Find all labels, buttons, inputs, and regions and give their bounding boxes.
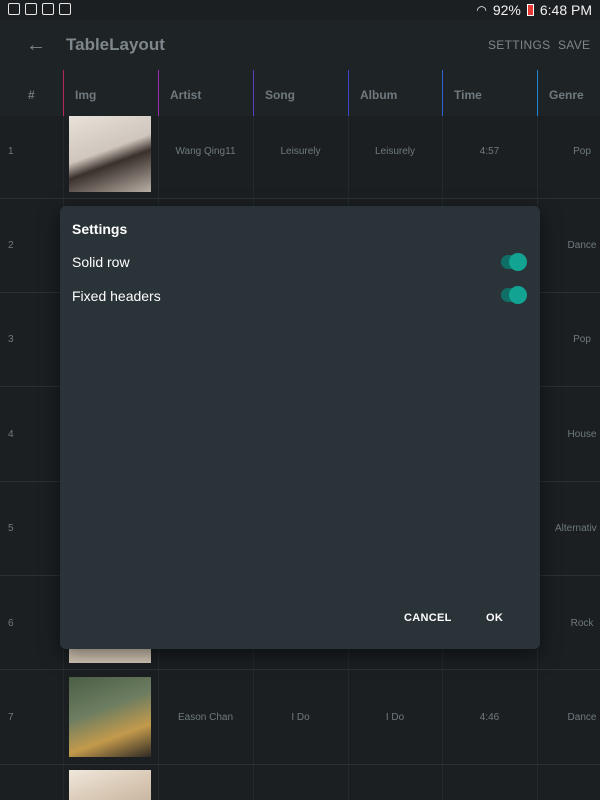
album-art-image: [69, 116, 151, 192]
gallery-icon: [8, 3, 20, 15]
fixed-headers-label: Fixed headers: [72, 288, 161, 304]
dialog-title: Settings: [72, 221, 128, 237]
briefcase-icon: [59, 3, 71, 15]
song-cell: I Do: [291, 712, 310, 723]
save-button[interactable]: SAVE: [558, 38, 590, 52]
genre-cell: Rock: [570, 618, 594, 629]
row-number: 3: [8, 334, 14, 345]
time-cell: 4:57: [479, 146, 500, 157]
header-artist[interactable]: Artist: [158, 70, 253, 116]
header-song[interactable]: Song: [253, 70, 348, 116]
row-number: 5: [8, 523, 14, 534]
clock: 6:48 PM: [539, 2, 592, 18]
genre-cell: Alternativ: [555, 523, 597, 534]
status-bar: ◠ 92% 6:48 PM: [0, 0, 600, 20]
page-title: TableLayout: [66, 35, 165, 54]
back-arrow-icon[interactable]: ←: [26, 34, 46, 57]
messages-icon: [42, 3, 54, 15]
ok-button[interactable]: OK: [486, 612, 503, 624]
genre-cell: Pop: [573, 334, 591, 345]
battery-icon: [526, 4, 534, 16]
wifi-icon: ◠: [476, 3, 487, 17]
app-bar: ← TableLayout SETTINGS SAVE: [0, 20, 600, 70]
album-art-image: [69, 770, 151, 800]
solid-row-label: Solid row: [72, 254, 130, 270]
switch-knob: [509, 286, 527, 304]
row-number: 6: [8, 618, 14, 629]
album-art-image: [69, 648, 151, 663]
status-right: ◠ 92% 6:48 PM: [476, 2, 592, 18]
settings-button[interactable]: SETTINGS: [488, 38, 550, 52]
notification-icons: [8, 3, 71, 15]
artist-cell: Wang Qing11: [175, 146, 236, 157]
header-number[interactable]: #: [0, 70, 63, 116]
row-number: 2: [8, 240, 14, 251]
genre-cell: Dance: [567, 712, 597, 723]
mail-icon: [25, 3, 37, 15]
solid-row-switch[interactable]: [501, 253, 527, 271]
album-cell: Leisurely: [374, 146, 416, 157]
settings-dialog: Settings Solid row Fixed headers CANCEL …: [60, 206, 540, 649]
artist-cell: Eason Chan: [177, 712, 234, 723]
row-divider: [0, 198, 600, 199]
genre-cell: House: [567, 429, 597, 440]
header-genre[interactable]: Genre: [537, 70, 600, 116]
battery-percent: 92%: [492, 2, 521, 18]
header-img[interactable]: Img: [63, 70, 158, 116]
album-cell: I Do: [385, 712, 405, 723]
row-divider: [0, 669, 600, 670]
header-album[interactable]: Album: [348, 70, 442, 116]
album-art-image: [69, 677, 151, 757]
time-cell: 4:46: [479, 712, 500, 723]
header-time[interactable]: Time: [442, 70, 537, 116]
genre-cell: Pop: [573, 146, 591, 157]
row-number: 1: [8, 146, 14, 157]
song-cell: Leisurely: [280, 146, 321, 157]
switch-knob: [509, 253, 527, 271]
cancel-button[interactable]: CANCEL: [404, 612, 452, 624]
genre-cell: Dance: [567, 240, 597, 251]
row-number: 7: [8, 712, 14, 723]
row-divider: [0, 764, 600, 765]
fixed-headers-switch[interactable]: [501, 286, 527, 304]
row-number: 4: [8, 429, 14, 440]
